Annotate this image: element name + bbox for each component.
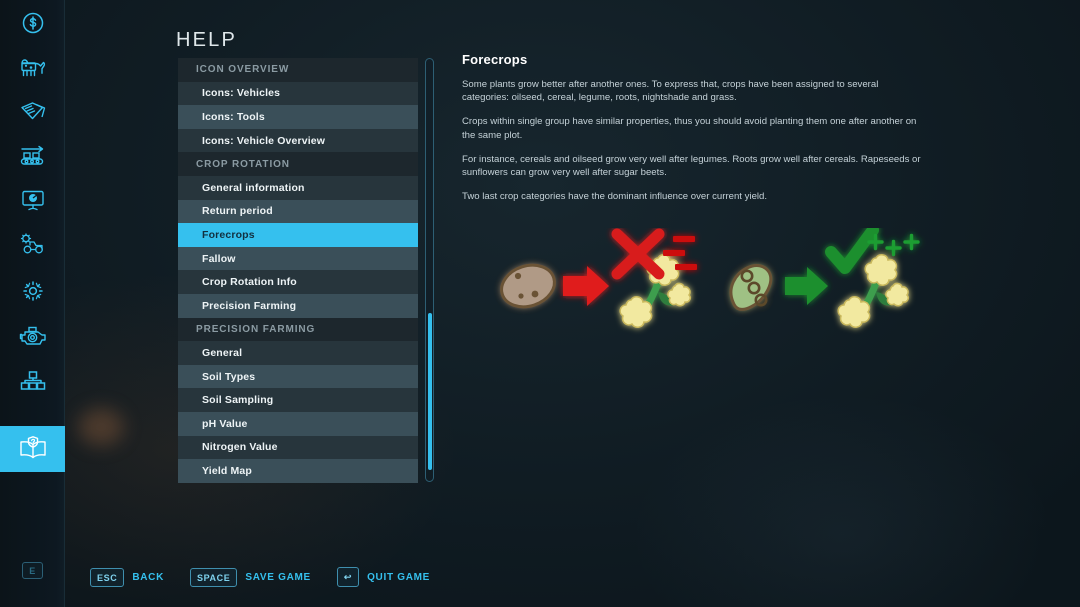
content-paragraph: For instance, cereals and oilseed grow v… xyxy=(462,153,921,179)
sidebar-item-statistics[interactable] xyxy=(0,177,65,223)
menu-item[interactable]: General xyxy=(178,341,418,365)
content-body: Some plants grow better after another on… xyxy=(445,78,945,204)
soybean-pod-icon xyxy=(729,263,773,311)
help-book-icon xyxy=(17,435,49,463)
hint-key: SPACE xyxy=(190,567,238,587)
three-green-plus-marks xyxy=(867,233,920,257)
menu-item[interactable]: Fallow xyxy=(178,246,418,271)
menu-item[interactable]: Yield Map xyxy=(178,459,418,483)
contracts-papers-icon xyxy=(19,98,47,124)
menu-scrollbar-track[interactable] xyxy=(425,58,434,482)
sidebar-item-vehicle-settings[interactable] xyxy=(0,221,65,267)
red-arrow-right-icon xyxy=(563,266,609,306)
menu-item[interactable]: Soil Sampling xyxy=(178,388,418,412)
content-paragraph: Some plants grow better after another on… xyxy=(462,79,879,104)
content-title: Forecrops xyxy=(462,52,528,67)
background-glow xyxy=(78,408,124,446)
finance-coin-icon xyxy=(20,10,46,36)
engine-icon xyxy=(18,323,48,349)
hint-label: SAVE GAME xyxy=(245,571,311,583)
content-paragraph: Crops within single group have similar p… xyxy=(462,116,917,141)
good-example-group xyxy=(729,228,920,328)
sidebar-item-animals[interactable] xyxy=(0,44,65,90)
hint-back[interactable]: ESC BACK xyxy=(90,567,164,587)
menu-item[interactable]: Icons: Tools xyxy=(178,105,418,129)
farms-hierarchy-icon xyxy=(19,369,47,393)
animals-cow-icon xyxy=(18,54,48,80)
menu-item[interactable]: Icons: Vehicles xyxy=(178,81,418,106)
sidebar-item-engine[interactable] xyxy=(0,313,65,359)
hint-key: ↩ xyxy=(336,567,360,587)
content-panel: Forecrops Some plants grow better after … xyxy=(445,52,945,215)
game-settings-gear-icon xyxy=(20,278,46,304)
menu-item[interactable]: Precision Farming xyxy=(178,293,418,318)
menu-section-header: ICON OVERVIEW xyxy=(178,58,418,82)
bad-example-group xyxy=(500,228,697,328)
menu-item[interactable]: Nitrogen Value xyxy=(178,435,418,460)
green-arrow-right-icon xyxy=(785,267,828,305)
sidebar-item-finance[interactable] xyxy=(0,0,65,46)
sidebar-item-help[interactable] xyxy=(0,426,65,472)
statistics-board-icon xyxy=(19,187,47,213)
green-check-icon xyxy=(825,228,879,274)
potato-icon xyxy=(500,263,556,309)
menu-item[interactable]: Soil Types xyxy=(178,364,418,389)
help-topic-list[interactable]: ICON OVERVIEW Icons: Vehicles Icons: Tools… xyxy=(178,58,418,483)
menu-item[interactable]: pH Value xyxy=(178,411,418,436)
sidebar-footer-key[interactable]: E xyxy=(0,562,65,579)
forecrops-illustration xyxy=(445,228,945,348)
menu-item[interactable]: General information xyxy=(178,175,418,200)
vehicle-settings-icon xyxy=(18,231,48,257)
menu-section-header: CROP ROTATION xyxy=(178,152,418,176)
hint-label: QUIT GAME xyxy=(367,571,431,583)
key-e: E xyxy=(22,562,43,579)
sidebar-item-production[interactable] xyxy=(0,132,65,178)
page-title: HELP xyxy=(176,29,238,51)
red-cross-icon xyxy=(611,228,665,280)
hint-save-game[interactable]: SPACE SAVE GAME xyxy=(190,567,311,587)
menu-item-selected[interactable]: Forecrops xyxy=(178,223,418,247)
menu-item[interactable]: Icons: Vehicle Overview xyxy=(178,128,418,153)
sidebar-item-farms[interactable] xyxy=(0,358,65,404)
sidebar-rail: E xyxy=(0,0,65,607)
hint-key: ESC xyxy=(90,567,125,587)
menu-scrollbar-thumb[interactable] xyxy=(427,313,432,470)
menu-item[interactable]: Return period xyxy=(178,199,418,224)
menu-item[interactable]: Crop Rotation Info xyxy=(178,270,418,294)
hint-quit-game[interactable]: ↩ QUIT GAME xyxy=(336,567,431,587)
sidebar-item-game-settings[interactable] xyxy=(0,268,65,314)
content-paragraph: Two last crop categories have the domina… xyxy=(462,191,768,203)
production-conveyor-icon xyxy=(18,142,48,168)
sidebar-item-contracts[interactable] xyxy=(0,88,65,134)
menu-section-header: PRECISION FARMING xyxy=(178,317,418,342)
hint-label: BACK xyxy=(132,571,164,583)
bottom-hint-bar: ESC BACK SPACE SAVE GAME ↩ QUIT GAME xyxy=(90,547,430,607)
